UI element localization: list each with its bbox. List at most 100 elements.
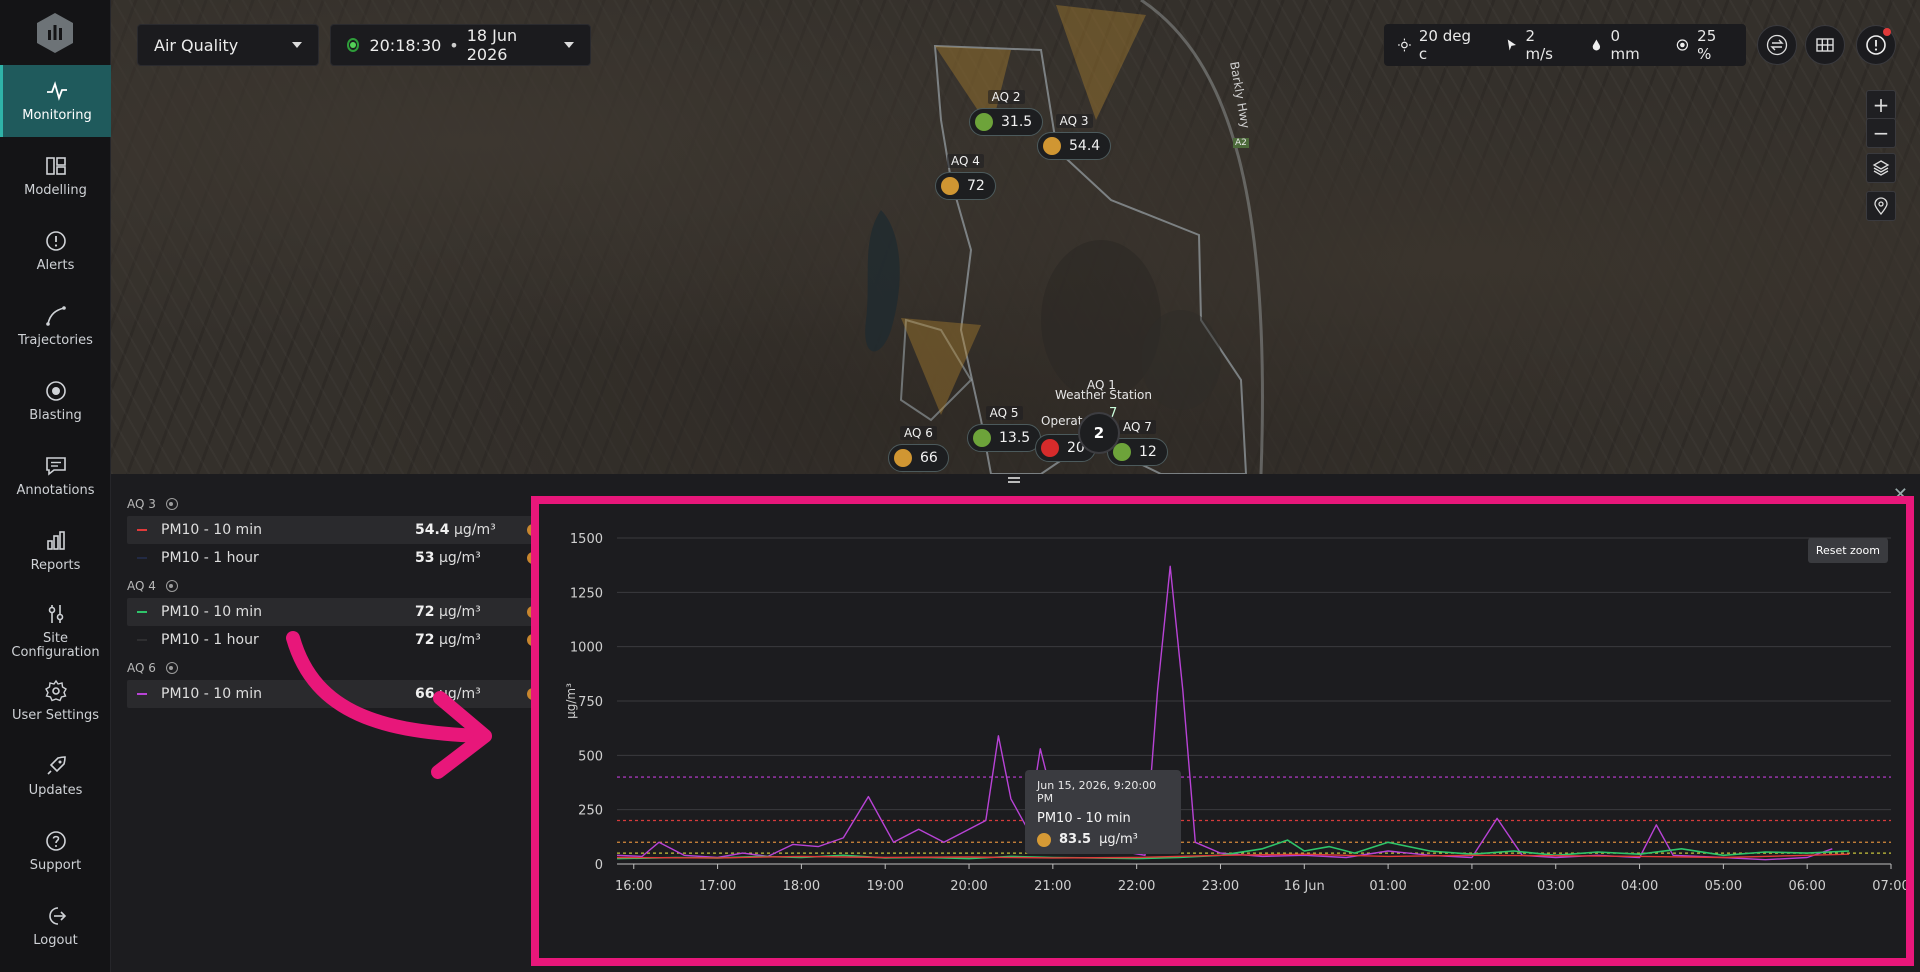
wind-reading: 2 m/s: [1505, 27, 1564, 63]
live-indicator-icon: [347, 38, 360, 52]
sidebar-item-label: Reports: [30, 558, 81, 573]
marker-name: AQ 2: [987, 90, 1025, 104]
sidebar-item-monitoring[interactable]: Monitoring: [0, 65, 111, 137]
x-tick-label: 17:00: [699, 879, 736, 894]
sidebar-item-label: User Settings: [11, 708, 100, 723]
marker-name: AQ 4: [946, 154, 984, 168]
map-view[interactable]: Barkly Hwy A2 AQ 2 31.5 AQ 3 54.4 AQ 4 7…: [111, 0, 1920, 474]
wind-value: 2 m/s: [1525, 27, 1553, 63]
map-overlay: [865, 0, 1264, 474]
sensor-marker-aq3[interactable]: AQ 3 54.4: [1037, 114, 1112, 160]
x-tick-label: 23:00: [1202, 879, 1239, 894]
sidebar-item-blasting[interactable]: Blasting: [0, 365, 111, 437]
sidebar-item-annotations[interactable]: Annotations: [0, 440, 111, 512]
series-swatch: [137, 693, 147, 695]
sidebar-item-alerts[interactable]: Alerts: [0, 215, 111, 287]
layers-button[interactable]: [1866, 153, 1896, 183]
zoom-in-button[interactable]: +: [1866, 90, 1896, 120]
series-row[interactable]: PM10 - 1 hour 53 µg/m³: [127, 544, 539, 572]
x-tick-label: 02:00: [1453, 879, 1490, 894]
sidebar-item-updates[interactable]: Updates: [0, 740, 111, 812]
sidebar-item-reports[interactable]: Reports: [0, 515, 111, 587]
status-dot: [1041, 439, 1059, 457]
humidity-reading: 25 %: [1676, 27, 1732, 63]
gear-icon: [44, 679, 67, 702]
series-swatch: [137, 611, 147, 613]
x-tick-label: 03:00: [1537, 879, 1574, 894]
layer-select-value: Air Quality: [154, 35, 239, 55]
sidebar-item-trajectories[interactable]: Trajectories: [0, 290, 111, 362]
reset-zoom-button[interactable]: Reset zoom: [1807, 538, 1888, 563]
humidity-icon: [1677, 39, 1689, 51]
group-header-aq3: AQ 3: [127, 492, 537, 516]
compare-button[interactable]: [1757, 25, 1797, 65]
sidebar-item-label: Annotations: [16, 483, 95, 498]
y-tick-label: 250: [578, 804, 603, 819]
target-icon[interactable]: [165, 580, 178, 592]
humidity-value: 25 %: [1697, 27, 1717, 63]
panel-resize-handle[interactable]: [1008, 477, 1020, 483]
operations-label: Operat: [1041, 414, 1083, 428]
tooltip-series: PM10 - 10 min: [1037, 811, 1131, 826]
sidebar: Monitoring Modelling Alerts Trajectories…: [0, 0, 111, 972]
app-logo[interactable]: [36, 12, 74, 54]
raindrop-icon: [1592, 39, 1600, 51]
target-icon[interactable]: [165, 662, 178, 674]
time-value: 20:18:30: [369, 35, 442, 55]
series-swatch: [137, 639, 147, 641]
tooltip-value: 83.5: [1059, 832, 1092, 847]
marker-value: 12: [1139, 444, 1157, 460]
tooltip-date: Jun 15, 2026, 9:20:00 PM: [1037, 779, 1157, 805]
zoom-out-button[interactable]: −: [1866, 118, 1896, 148]
sidebar-item-label: Trajectories: [18, 333, 93, 348]
weather-station-label: Weather Station: [1055, 388, 1153, 402]
status-dot: [1037, 832, 1051, 847]
sliders-icon: [48, 605, 63, 623]
notification-badge: [1883, 28, 1891, 36]
sensor-marker-aq2[interactable]: AQ 2 31.5: [969, 90, 1044, 136]
pin-icon: [1874, 197, 1888, 215]
app-root: Monitoring Modelling Alerts Trajectories…: [0, 0, 1920, 972]
location-button[interactable]: [1866, 191, 1896, 221]
series-value: 53: [415, 550, 435, 566]
grid-view-button[interactable]: [1805, 25, 1845, 65]
sensor-marker-aq5[interactable]: AQ 5 13.5: [967, 406, 1042, 452]
series-swatch: [137, 557, 147, 559]
sidebar-item-user-settings[interactable]: User Settings: [0, 665, 111, 737]
sensor-marker-aq6[interactable]: AQ 6 66: [888, 426, 949, 472]
status-dot: [894, 449, 912, 467]
series-label: PM10 - 10 min: [161, 686, 262, 702]
time-separator: •: [449, 35, 459, 55]
y-tick-label: 750: [578, 695, 603, 710]
sensor-marker-aq4[interactable]: AQ 4 72: [935, 154, 996, 200]
marker-name: AQ 6: [899, 426, 937, 440]
x-tick-label: 18:00: [783, 879, 820, 894]
reports-icon: [46, 531, 65, 550]
x-tick-label: 19:00: [866, 879, 903, 894]
sidebar-item-site-configuration[interactable]: Site Configuration: [0, 595, 111, 667]
status-dot: [941, 177, 959, 195]
layer-select[interactable]: Air Quality: [137, 24, 319, 66]
notifications-button[interactable]: [1856, 25, 1896, 65]
marker-value: 13.5: [999, 430, 1031, 446]
layers-icon: [1872, 160, 1890, 176]
marker-cluster[interactable]: 2: [1078, 412, 1120, 454]
x-tick-label: 20:00: [950, 879, 987, 894]
y-tick-label: 0: [595, 858, 603, 873]
x-tick-label: 16 Jun: [1284, 879, 1325, 894]
time-select[interactable]: 20:18:30 • 18 Jun 2026: [330, 24, 591, 66]
grid-icon: [1816, 38, 1834, 52]
sidebar-item-modelling[interactable]: Modelling: [0, 140, 111, 212]
sidebar-item-support[interactable]: Support: [0, 815, 111, 887]
trajectory-icon: [45, 306, 66, 326]
target-icon[interactable]: [165, 498, 178, 510]
x-tick-label: 01:00: [1369, 879, 1406, 894]
sidebar-item-logout[interactable]: Logout: [0, 890, 111, 962]
blasting-icon: [45, 381, 66, 401]
x-tick-label: 21:00: [1034, 879, 1071, 894]
series-label: PM10 - 1 hour: [161, 632, 259, 648]
line-chart[interactable]: 0 250 500 750 1000 1250 1500 µg/m³ 16:00 17:00 18:…: [539, 504, 1906, 958]
group-name: AQ 4: [127, 579, 156, 593]
series-row[interactable]: PM10 - 10 min 54.4 µg/m³: [127, 516, 539, 544]
y-axis-label: µg/m³: [564, 683, 578, 719]
